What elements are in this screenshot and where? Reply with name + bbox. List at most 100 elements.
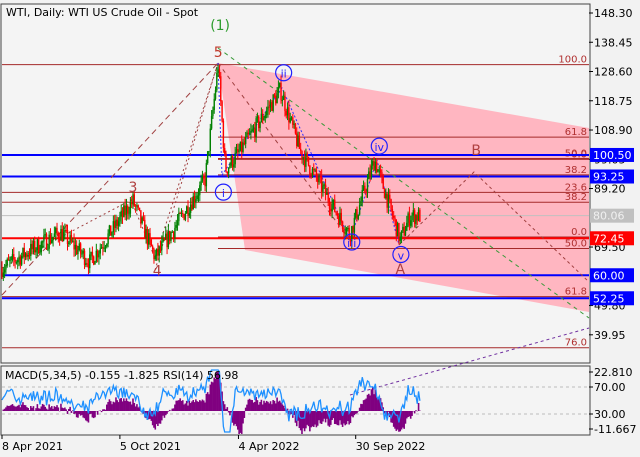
candle-body	[130, 202, 133, 204]
candle-body	[353, 217, 356, 233]
candle-body	[56, 227, 58, 234]
candle-body	[246, 132, 248, 138]
candle-body	[72, 240, 74, 242]
price-tag-label: 72.45	[593, 232, 625, 245]
candle-body	[201, 175, 204, 181]
candle-body	[121, 210, 124, 217]
candle-body	[356, 209, 358, 220]
x-tick-label: 8 Apr 2021	[2, 440, 63, 453]
candle-body	[91, 251, 94, 257]
candle-body	[248, 133, 251, 135]
candle-body	[40, 241, 42, 253]
candle-body	[243, 142, 246, 144]
candle-body	[302, 157, 304, 159]
candle-body	[292, 117, 294, 125]
candle-body	[19, 256, 22, 265]
candle-body	[317, 177, 319, 183]
price-chart[interactable]: 100.061.850.00.038.223.638.20.050.061.87…	[0, 0, 640, 457]
candle-body	[144, 219, 146, 239]
wave-label: 5	[214, 45, 223, 61]
candle-body	[326, 192, 328, 195]
candle-body	[175, 225, 177, 228]
candle-body	[419, 209, 421, 222]
candle-body	[64, 229, 66, 233]
candle-body	[82, 250, 84, 254]
candle-body	[37, 239, 40, 254]
candle-body	[83, 250, 86, 266]
wave-label: 3	[129, 180, 138, 196]
candle-body	[18, 256, 20, 260]
candle-body	[187, 206, 189, 216]
candle-body	[341, 221, 344, 230]
candle-body	[206, 151, 209, 164]
candle-body	[180, 213, 183, 215]
candle-body	[203, 175, 205, 179]
candle-body	[159, 246, 162, 250]
candle-body	[225, 153, 227, 172]
candle-body	[273, 94, 276, 96]
candle-body	[48, 234, 50, 249]
candle-body	[87, 263, 90, 269]
candle-body	[400, 230, 403, 237]
candle-body	[385, 193, 387, 199]
candle-body	[62, 232, 65, 242]
y-tick-label: 89.20	[594, 183, 626, 196]
candle-body	[146, 228, 149, 245]
candle-body	[255, 118, 257, 138]
candle-body	[362, 185, 365, 190]
candle-body	[239, 141, 242, 151]
candle-body	[11, 254, 14, 257]
candle-body	[293, 123, 295, 125]
candle-body	[153, 249, 155, 260]
candle-body	[379, 169, 382, 173]
candle-body	[98, 253, 100, 258]
candle-body	[134, 205, 137, 207]
candle-body	[99, 248, 101, 254]
candle-body	[79, 243, 82, 254]
candle-body	[113, 221, 116, 228]
indicator-axis-label: 30.00	[594, 408, 626, 421]
wave-label: v	[398, 250, 405, 263]
candle-body	[260, 113, 263, 122]
candle-body	[221, 101, 223, 121]
candle-body	[6, 259, 8, 265]
candle-body	[127, 205, 129, 214]
candle-body	[251, 129, 253, 131]
candle-body	[296, 133, 298, 147]
candle-body	[281, 99, 284, 101]
candle-body	[110, 225, 112, 236]
x-tick-label: 30 Sep 2022	[356, 440, 426, 453]
candle-body	[382, 176, 384, 189]
candle-body	[398, 223, 400, 241]
candle-body	[247, 132, 249, 135]
candle-body	[5, 264, 7, 270]
candle-body	[58, 238, 61, 241]
candle-body	[410, 220, 412, 226]
candle-body	[335, 211, 337, 214]
candle-body	[96, 250, 99, 258]
candle-body	[85, 263, 87, 266]
candle-body	[22, 247, 24, 256]
price-tag-label: 100.50	[593, 149, 632, 162]
candle-body	[197, 194, 200, 196]
candle-body	[252, 128, 255, 130]
candle-body	[387, 194, 390, 208]
candle-body	[386, 193, 388, 208]
candle-body	[213, 98, 215, 110]
candle-body	[170, 232, 172, 241]
candle-body	[94, 261, 96, 265]
candle-body	[242, 142, 244, 152]
candle-body	[184, 213, 187, 220]
candle-body	[230, 156, 232, 166]
candle-body	[36, 239, 39, 251]
candle-body	[319, 176, 322, 178]
price-tag-label: 80.06	[593, 210, 625, 223]
candle-body	[360, 201, 362, 206]
candle-body	[298, 135, 301, 149]
candle-body	[224, 148, 226, 154]
candle-body	[411, 215, 413, 221]
candle-body	[142, 217, 145, 220]
candle-body	[117, 221, 120, 226]
candle-body	[216, 72, 218, 91]
candle-body	[344, 232, 346, 234]
